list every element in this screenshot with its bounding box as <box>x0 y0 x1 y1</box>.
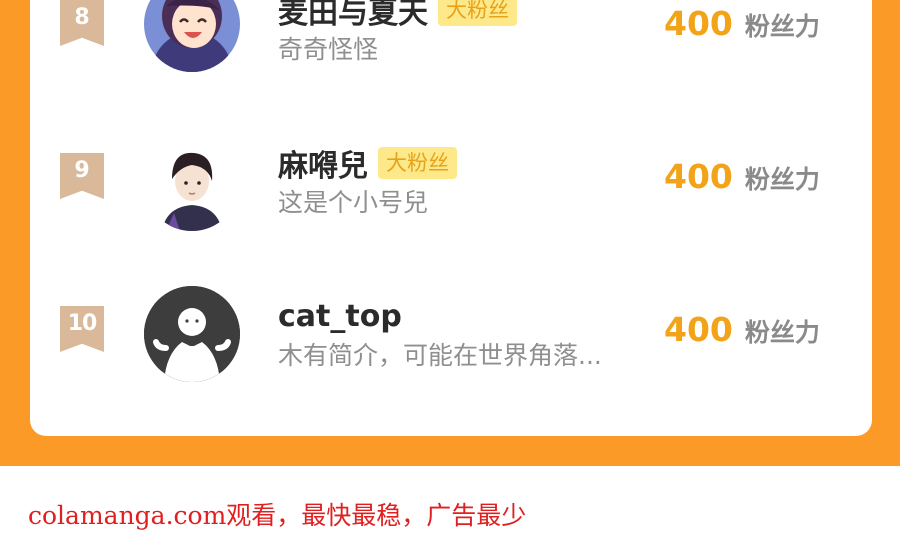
source-watermark-text: colamanga.com观看，最快最稳，广告最少 <box>28 501 527 530</box>
avatar[interactable] <box>144 0 240 72</box>
user-name[interactable]: 麻嘚兒 <box>278 141 368 185</box>
fan-power-score: 400 粉丝力 <box>664 4 820 43</box>
fan-power-score: 400 粉丝力 <box>664 310 820 349</box>
default-user-avatar-icon <box>144 286 240 382</box>
avatar[interactable] <box>144 135 240 231</box>
rank-badge: 10 <box>60 306 104 352</box>
user-name-line: 麦田与夏天 大粉丝 <box>278 0 517 32</box>
anime-boy-avatar-icon <box>144 135 240 231</box>
score-value: 400 <box>664 310 733 349</box>
score-unit: 粉丝力 <box>744 12 820 41</box>
ranking-row[interactable]: 10 cat_top 木有简介，可能在世界角落... 400 粉丝力 <box>30 276 872 406</box>
rank-badge: 9 <box>60 153 104 199</box>
fan-level-badge: 大粉丝 <box>378 147 457 179</box>
score-value: 400 <box>664 4 733 43</box>
ranking-row[interactable]: 8 麦田与夏天 大粉丝 奇奇怪怪 400 粉丝力 <box>30 0 872 100</box>
user-bio: 奇奇怪怪 <box>278 35 379 64</box>
score-unit: 粉丝力 <box>744 318 820 347</box>
ranking-row[interactable]: 9 麻嘚兒 大粉丝 这是个小号兒 400 粉丝力 <box>30 123 872 253</box>
user-name[interactable]: cat_top <box>278 299 402 334</box>
rank-badge: 8 <box>60 0 104 46</box>
score-unit: 粉丝力 <box>744 165 820 194</box>
user-bio: 这是个小号兒 <box>278 188 429 217</box>
score-value: 400 <box>664 157 733 196</box>
avatar[interactable] <box>144 286 240 382</box>
user-name-line: cat_top <box>278 296 402 336</box>
user-bio: 木有简介，可能在世界角落... <box>278 341 602 370</box>
user-name[interactable]: 麦田与夏天 <box>278 0 428 32</box>
user-name-line: 麻嘚兒 大粉丝 <box>278 141 457 185</box>
fan-level-badge: 大粉丝 <box>438 0 517 26</box>
fan-power-score: 400 粉丝力 <box>664 157 820 196</box>
anime-girl-avatar-icon <box>144 0 240 72</box>
fan-ranking-card: 8 麦田与夏天 大粉丝 奇奇怪怪 400 粉丝力 9 麻嘚兒 大粉丝 这是个小号… <box>30 0 872 436</box>
